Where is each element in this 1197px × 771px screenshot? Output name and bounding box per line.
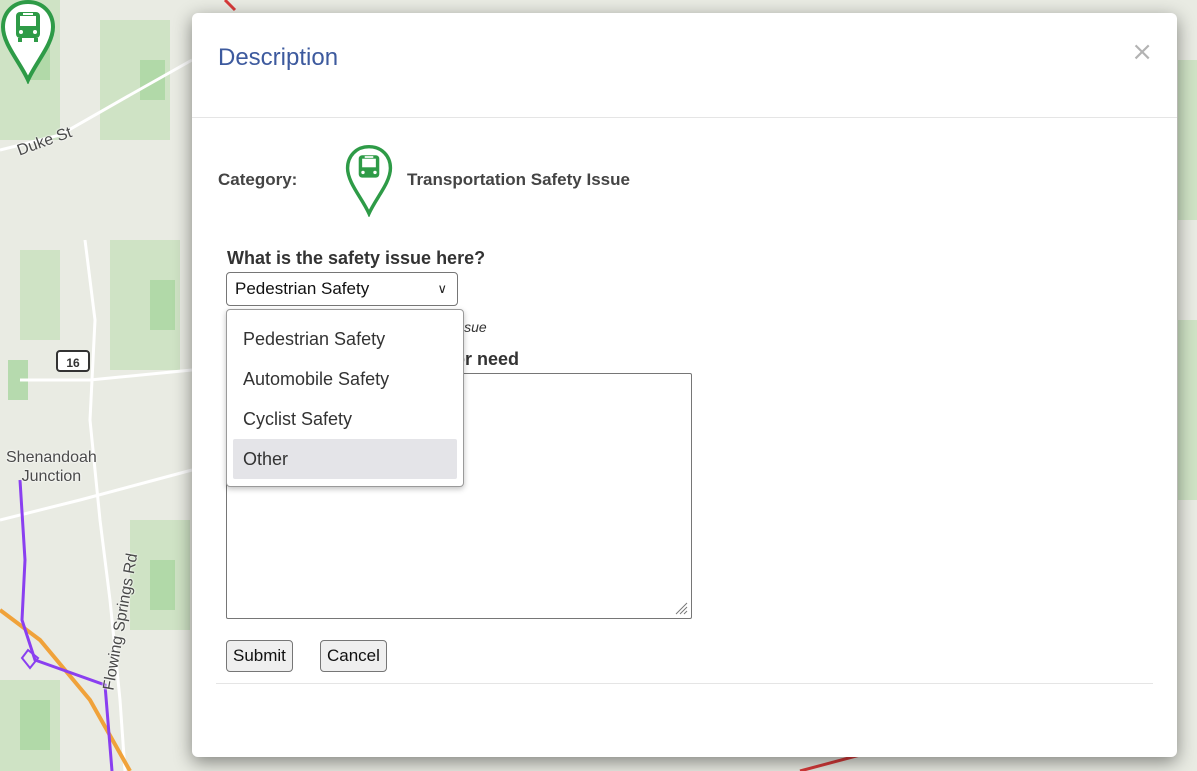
chevron-down-icon: ∨ — [437, 281, 447, 296]
safety-issue-dropdown-list: Pedestrian Safety Automobile Safety Cycl… — [226, 309, 464, 487]
select-value: Pedestrian Safety — [235, 279, 370, 298]
map-label-line-2: Junction — [21, 468, 82, 485]
modal-title: Description — [218, 44, 339, 71]
option-pedestrian-safety[interactable]: Pedestrian Safety — [233, 319, 457, 359]
category-value: Transportation Safety Issue — [407, 170, 630, 189]
bus-pin-icon — [345, 145, 393, 217]
option-other[interactable]: Other — [233, 439, 457, 479]
map-label-shenandoah-junction: Shenandoah Junction — [6, 448, 97, 486]
cancel-button[interactable]: Cancel — [320, 640, 387, 672]
map-label-line-1: Shenandoah — [6, 449, 97, 466]
option-automobile-safety[interactable]: Automobile Safety — [233, 359, 457, 399]
submit-button[interactable]: Submit — [226, 640, 293, 672]
option-cyclist-safety[interactable]: Cyclist Safety — [233, 399, 457, 439]
footer-divider — [216, 683, 1153, 684]
safety-issue-question: What is the safety issue here? — [227, 248, 486, 268]
category-label: Category: — [218, 170, 298, 189]
modal-header: Description × — [192, 13, 1177, 118]
close-icon[interactable]: × — [1131, 37, 1153, 67]
bus-pin-icon[interactable] — [0, 0, 56, 84]
resize-grip-icon[interactable] — [674, 601, 688, 615]
route-shield-16: 16 — [56, 350, 90, 372]
safety-issue-select[interactable]: Pedestrian Safety ∨ — [226, 272, 458, 306]
